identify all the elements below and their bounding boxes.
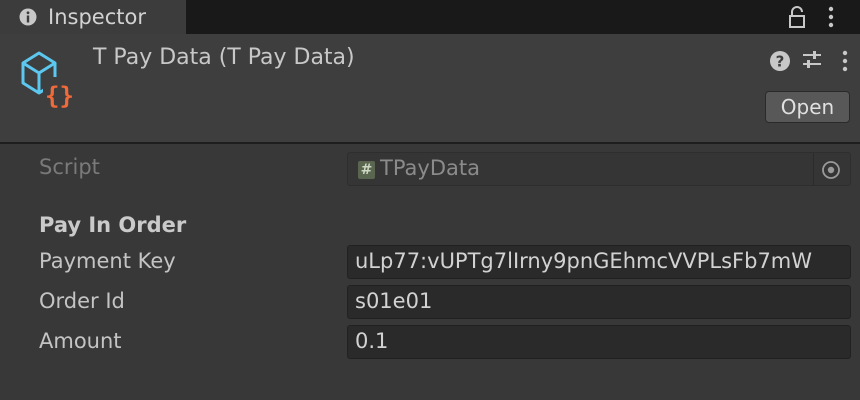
more-vertical-icon[interactable] xyxy=(824,5,838,29)
script-value: TPayData xyxy=(380,156,480,180)
section-title: Pay In Order xyxy=(39,213,187,237)
order-id-field[interactable]: s01e01 xyxy=(347,285,851,319)
order-id-label: Order Id xyxy=(39,289,125,313)
order-id-value: s01e01 xyxy=(355,289,433,313)
svg-text:?: ? xyxy=(776,53,785,71)
payment-key-field[interactable]: uLp77:vUPTg7lIrny9pnGEhmcVVPLsFb7mW xyxy=(347,245,851,279)
amount-field[interactable]: 0.1 xyxy=(347,325,851,359)
help-icon[interactable]: ? xyxy=(769,50,791,72)
payment-key-value: uLp77:vUPTg7lIrny9pnGEhmcVVPLsFb7mW xyxy=(355,249,813,273)
script-field[interactable]: # TPayData xyxy=(347,152,851,186)
cs-script-icon: # xyxy=(358,161,375,179)
payment-key-label: Payment Key xyxy=(39,249,176,273)
header-more-vertical-icon[interactable] xyxy=(838,49,852,73)
tab-bar: Inspector xyxy=(0,0,860,34)
amount-label: Amount xyxy=(39,329,122,353)
scriptable-object-icon: {} xyxy=(21,51,75,110)
asset-title: T Pay Data (T Pay Data) xyxy=(93,45,355,70)
preset-icon[interactable] xyxy=(801,49,823,71)
lock-icon[interactable] xyxy=(787,5,807,29)
svg-text:{}: {} xyxy=(45,82,74,110)
info-icon xyxy=(19,8,37,26)
tab-inspector[interactable]: Inspector xyxy=(0,0,186,34)
script-field-divider xyxy=(813,153,814,185)
header-divider xyxy=(0,142,860,144)
object-picker-icon[interactable] xyxy=(821,160,841,180)
amount-value: 0.1 xyxy=(355,329,389,353)
script-label: Script xyxy=(39,155,100,179)
open-button[interactable]: Open xyxy=(765,91,850,123)
tab-title: Inspector xyxy=(48,5,146,29)
